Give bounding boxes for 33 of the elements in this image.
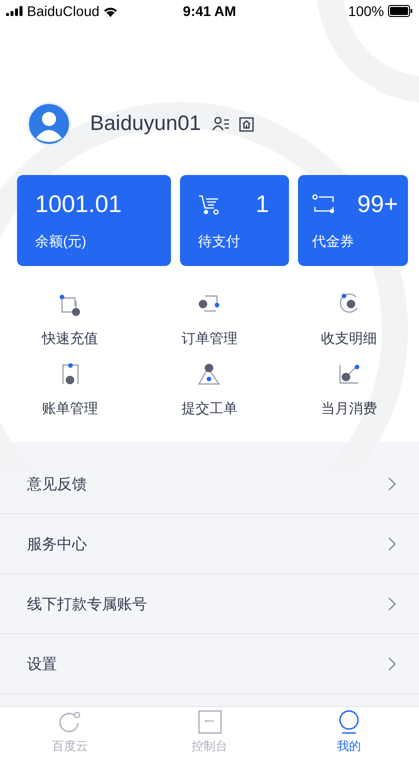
card-label: 待支付 (198, 233, 241, 251)
wifi-icon (103, 6, 118, 16)
carrier-name: BaiduCloud (27, 3, 100, 19)
chevron-right-icon (388, 537, 396, 551)
ring-icon (56, 709, 83, 735)
shortcut-item[interactable]: 快速充值 (0, 292, 140, 348)
clock-time: 9:41 AM (182, 3, 236, 19)
shortcut-item[interactable]: 当月消费 (279, 362, 419, 418)
card-value: 99+ (357, 191, 398, 219)
tab-item[interactable]: 我的 (279, 707, 419, 757)
chevron-right-icon (388, 477, 396, 491)
card-corner-icon (56, 292, 83, 318)
shortcut-item[interactable]: 收支明细 (279, 292, 419, 348)
chevron-right-icon (388, 597, 396, 611)
balance-card[interactable]: 1001.01 余额(元) (17, 175, 171, 266)
battery-icon (388, 5, 413, 17)
balance-card[interactable]: 99+ 代金券 (298, 175, 408, 266)
building-icon (238, 116, 254, 132)
user-list-icon (212, 116, 230, 132)
card-label: 代金券 (312, 233, 355, 251)
username: Baiduyun01 (90, 112, 201, 136)
card-value: 1 (256, 191, 269, 219)
chevron-right-icon (388, 657, 396, 671)
signal-icon (6, 6, 23, 16)
coupon-icon (312, 194, 336, 216)
balance-card[interactable]: 1 待支付 (180, 175, 289, 266)
card-value: 1001.01 (35, 191, 122, 219)
shortcut-item[interactable]: 提交工单 (140, 362, 280, 418)
console-icon (196, 709, 222, 735)
battery-percent: 100% (348, 3, 384, 19)
shortcut-item[interactable]: 账单管理 (0, 362, 140, 418)
shortcut-item[interactable]: 订单管理 (140, 292, 280, 348)
card-label: 余额(元) (35, 233, 88, 251)
